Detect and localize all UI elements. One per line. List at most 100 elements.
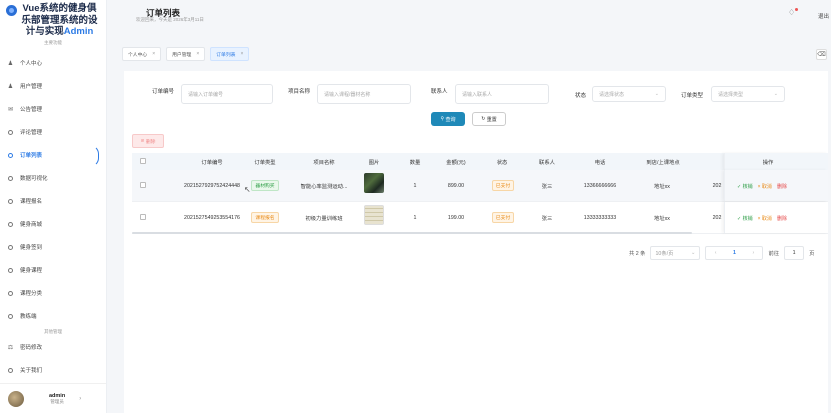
status-badge: 已支付	[491, 212, 515, 223]
sidebar-item-user-management[interactable]: ♟ 用户管理	[0, 75, 106, 98]
prev-page-button[interactable]: ‹	[715, 250, 717, 256]
tab-personal-center[interactable]: 个人中心 ×	[122, 47, 162, 61]
col-place: 到店/上课地点	[646, 159, 680, 166]
bell-icon[interactable]: ♢	[788, 8, 798, 17]
circle-icon	[7, 152, 14, 159]
table-row[interactable]: 2021527549253554176 课程报名 初级力量训练班 1 199.0…	[132, 202, 828, 234]
trash-icon[interactable]: ⌫	[816, 49, 827, 60]
close-icon[interactable]: ×	[152, 51, 155, 57]
amount: 199.00	[447, 214, 465, 221]
quantity: 1	[413, 214, 417, 221]
sidebar-menu: ♟ 个人中心 ♟ 用户管理 ✉ 公告管理 评论管理 订单列表 数据可视化 课程报…	[0, 52, 106, 382]
tab-user-management[interactable]: 用户管理 ×	[166, 47, 206, 61]
tab-order-list[interactable]: 订单列表 ×	[210, 47, 250, 61]
status-label: 状态	[575, 93, 587, 99]
sidebar-item-data-visualization[interactable]: 数据可视化	[0, 167, 106, 190]
place: 地址xx	[654, 183, 670, 190]
sidebar-item-fitness-course[interactable]: 健身课程	[0, 259, 106, 282]
sidebar-item-fitness-shop[interactable]: 健身商城	[0, 213, 106, 236]
col-phone: 电话	[594, 159, 606, 166]
sidebar-item-fitness-checkin[interactable]: 健身签到	[0, 236, 106, 259]
phone: 13366666666	[583, 182, 617, 189]
notification-dot	[795, 8, 798, 11]
quantity: 1	[413, 182, 417, 189]
order-no-input[interactable]: 请输入订单编号	[181, 84, 273, 104]
circle-icon	[7, 367, 14, 374]
circle-icon	[7, 290, 14, 297]
sidebar-item-order-list[interactable]: 订单列表	[0, 144, 106, 167]
batch-delete-button[interactable]: ⊘ 删除	[132, 134, 164, 148]
chevron-right-icon[interactable]: ›	[79, 396, 81, 402]
order-type-badge: 器材购买	[251, 180, 279, 191]
next-page-button[interactable]: ›	[752, 250, 754, 256]
pagination: 共 2 条 10条/页 ⌄ ‹ 1 › 前往 1 页	[629, 246, 814, 260]
horizontal-scrollbar[interactable]	[132, 232, 692, 234]
page-unit: 页	[809, 251, 815, 257]
current-page[interactable]: 1	[733, 250, 736, 256]
order-type-label: 订单类型	[681, 93, 704, 99]
cancel-button[interactable]: × 取消	[758, 183, 772, 190]
row-checkbox[interactable]	[140, 213, 146, 222]
status-select[interactable]: 请选择状态 ⌄	[592, 86, 666, 102]
reset-button[interactable]: ↻ 重置	[472, 112, 506, 126]
page-size-select[interactable]: 10条/页 ⌄	[650, 246, 701, 260]
course-name-label: 项目名称	[288, 89, 311, 95]
sidebar-item-course-category[interactable]: 课程分类	[0, 282, 106, 305]
col-order-type: 订单类型	[254, 159, 276, 166]
chevron-down-icon: ⌄	[773, 91, 778, 97]
logout-button[interactable]: 退出	[818, 12, 829, 20]
row-checkbox[interactable]	[140, 181, 146, 190]
sidebar-item-notice-management[interactable]: ✉ 公告管理	[0, 98, 106, 121]
circle-icon	[7, 313, 14, 320]
logo-icon	[6, 5, 17, 16]
circle-icon	[7, 267, 14, 274]
course-name-input[interactable]: 请输入课程/器材名称	[317, 84, 411, 104]
user-name: admin	[49, 392, 66, 399]
select-all-checkbox[interactable]	[140, 157, 146, 166]
close-icon[interactable]: ×	[196, 51, 199, 57]
brand: Vue系统的健身俱 乐部管理系统的设 计与实现Admin	[0, 0, 106, 38]
place: 地址xx	[654, 215, 670, 222]
row-actions: ✓ 核销 × 取消 删除	[737, 215, 787, 222]
menu-section-caption: 其他管理	[44, 328, 62, 334]
table-header: 订单编号 订单类型 项目名称 图片 数量 金额(元) 状态 联系人 电话 到店/…	[132, 153, 828, 170]
goto-label: 前往	[768, 251, 780, 257]
sidebar-item-coach[interactable]: 教练端	[0, 305, 106, 328]
page-nav: ‹ 1 ›	[705, 246, 764, 260]
cancel-button[interactable]: × 取消	[758, 215, 772, 222]
person-icon: ♟	[7, 60, 14, 67]
row-actions: ✓ 核销 × 取消 删除	[737, 183, 787, 190]
avatar	[8, 390, 24, 407]
goto-page-input[interactable]: 1	[784, 246, 805, 260]
circle-icon	[7, 221, 14, 228]
lock-icon: ⚖	[7, 344, 14, 351]
page-subtitle: 欢迎回来，今天是 2026年3月11日	[136, 17, 204, 22]
order-type-select[interactable]: 请选择类型 ⌄	[711, 86, 785, 102]
order-no-label: 订单编号	[152, 89, 175, 95]
contact: 张三	[541, 183, 553, 190]
item-image	[364, 205, 384, 225]
sidebar: Vue系统的健身俱 乐部管理系统的设 计与实现Admin 主要功能 ♟ 个人中心…	[0, 0, 107, 413]
sidebar-item-course-registration[interactable]: 课程报名	[0, 190, 106, 213]
contact-input[interactable]: 请输入联系人	[455, 84, 549, 104]
delete-button[interactable]: 删除	[777, 183, 787, 190]
sidebar-item-comment-management[interactable]: 评论管理	[0, 121, 106, 144]
phone: 13333333333	[583, 214, 617, 221]
megaphone-icon: ✉	[7, 106, 14, 113]
col-amount: 金额(元)	[446, 159, 466, 166]
sidebar-item-password-change[interactable]: ⚖ 密码修改	[0, 336, 106, 359]
verify-button[interactable]: ✓ 核销	[737, 215, 753, 222]
delete-button[interactable]: 删除	[777, 215, 787, 222]
verify-button[interactable]: ✓ 核销	[737, 183, 753, 190]
mouse-cursor-icon: ↖	[244, 185, 251, 194]
order-table: 订单编号 订单类型 项目名称 图片 数量 金额(元) 状态 联系人 电话 到店/…	[132, 153, 828, 234]
table-row[interactable]: 2021527929752424448 器材购买 智能心率监测运动... 1 8…	[132, 170, 828, 202]
user-profile[interactable]: admin 管理员 ›	[0, 383, 106, 413]
sidebar-item-personal-center[interactable]: ♟ 个人中心	[0, 52, 106, 75]
item-name: 智能心率监测运动...	[300, 183, 348, 190]
sidebar-item-about-us[interactable]: 关于我们	[0, 359, 106, 382]
query-button[interactable]: ⚲ 查询	[431, 112, 465, 126]
menu-group-caption: 主要功能	[44, 39, 62, 45]
close-icon[interactable]: ×	[240, 51, 243, 57]
col-status: 状态	[496, 159, 508, 166]
